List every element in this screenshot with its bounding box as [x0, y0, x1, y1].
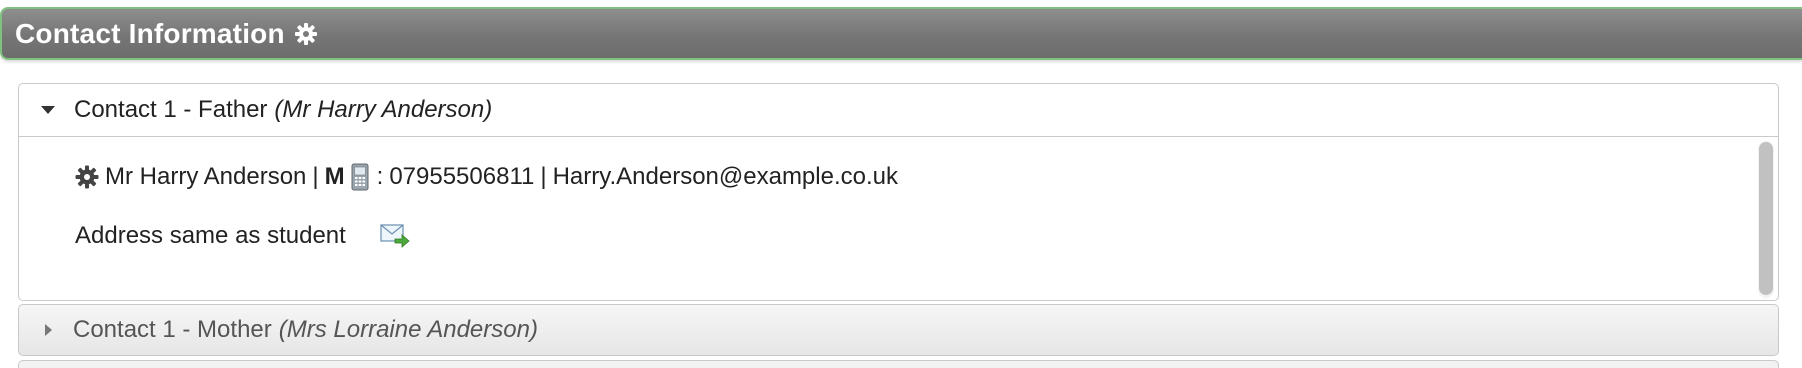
send-mail-icon[interactable] [380, 223, 410, 249]
contact-panel-mother[interactable]: Contact 1 - Mother (Mrs Lorraine Anderso… [18, 304, 1779, 356]
mobile-phone-icon [351, 163, 369, 191]
contact-name-paren: (Mr Harry Anderson) [274, 96, 493, 123]
contact-information-header: Contact Information [0, 7, 1802, 60]
contact-label: Contact 1 - Father [74, 96, 268, 123]
section-title: Contact Information [15, 17, 285, 49]
expand-triangle-icon [45, 324, 52, 336]
scrollbar-thumb[interactable] [1759, 142, 1773, 295]
contact-label: Contact 1 - Mother [73, 316, 272, 343]
gear-icon[interactable] [294, 22, 318, 46]
contact-father-details: Mr Harry Anderson | M : 07955506811 | Ha… [19, 137, 1778, 302]
separator: | [540, 163, 547, 190]
address-note: Address same as student [75, 222, 346, 249]
phone-prefix: : [376, 163, 384, 190]
email-address[interactable]: Harry.Anderson@example.co.uk [553, 163, 898, 191]
contact-details-row: Mr Harry Anderson | M : 07955506811 | Ha… [75, 163, 898, 191]
contact-panel-father: Contact 1 - Father (Mr Harry Anderson) M… [18, 83, 1779, 301]
next-contact-panel-edge [18, 360, 1779, 368]
scrollbar-track[interactable] [1758, 141, 1774, 298]
contact-father-toggle[interactable]: Contact 1 - Father (Mr Harry Anderson) [19, 84, 1778, 137]
contact-name-paren: (Mrs Lorraine Anderson) [278, 316, 538, 343]
separator: | [312, 163, 319, 190]
gear-icon[interactable] [75, 165, 99, 189]
phone-number: 07955506811 [389, 163, 535, 190]
contact-full-name: Mr Harry Anderson [105, 163, 307, 190]
phone-type-badge: M [324, 163, 345, 190]
address-row: Address same as student [75, 222, 410, 250]
collapse-triangle-icon [41, 106, 55, 114]
